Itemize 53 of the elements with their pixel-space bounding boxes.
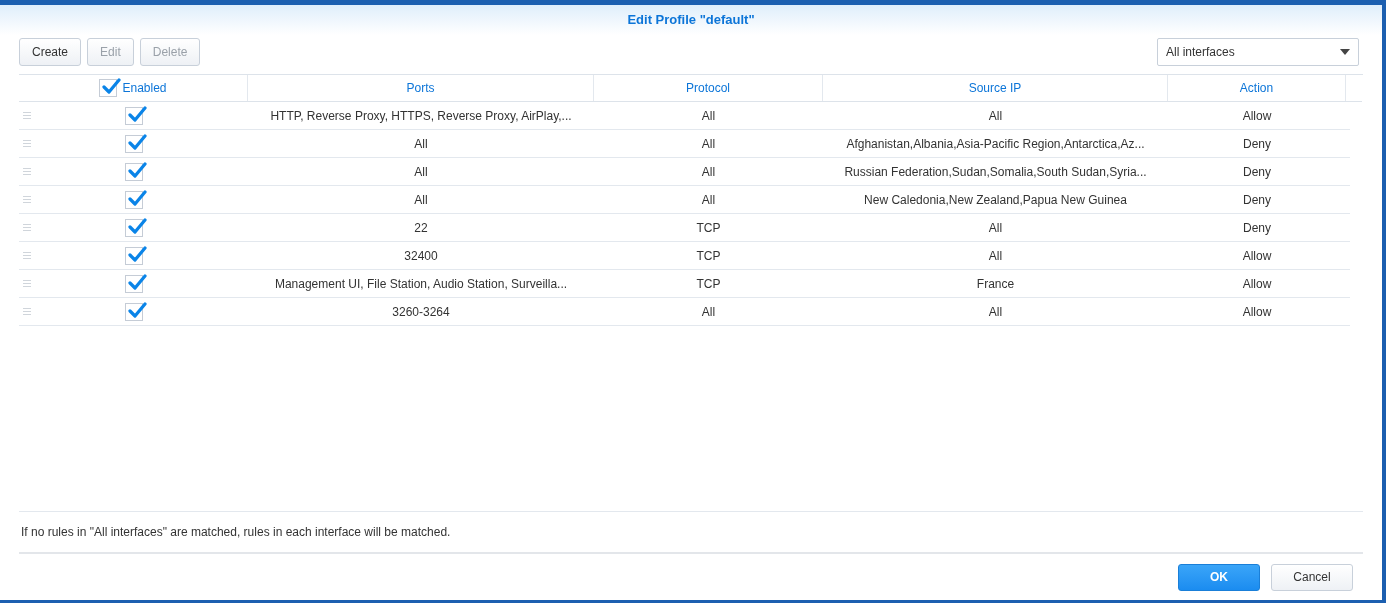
table-cell-text: All	[988, 247, 1003, 265]
table-cell-text: Allow	[1242, 275, 1272, 293]
toolbar-button[interactable]: Create	[19, 38, 82, 66]
table-cell-text: TCP	[696, 219, 721, 237]
drag-handle-icon[interactable]	[23, 224, 31, 231]
table-cell-text: Deny	[1243, 135, 1271, 153]
column-header[interactable]: Action	[1239, 79, 1274, 97]
interface-dropdown[interactable]: All interfaces	[1157, 38, 1359, 66]
table-cell-text: TCP	[696, 275, 721, 293]
window-title: Edit Profile "default"	[627, 11, 755, 30]
drag-handle-icon[interactable]	[23, 308, 31, 315]
table-cell-text: All	[701, 107, 716, 125]
table-cell-text: France	[976, 275, 1015, 293]
table-cell-text: 3260-3264	[392, 303, 450, 321]
column-header[interactable]: Source IP	[968, 79, 1022, 97]
table-cell-text: HTTP, Reverse Proxy, HTTPS, Reverse Proxy, AirPlay,...	[270, 107, 572, 125]
table-cell-text: All	[701, 135, 716, 153]
table-cell-text: Allow	[1242, 107, 1272, 125]
drag-handle-icon[interactable]	[23, 252, 31, 259]
cancel-button[interactable]: Cancel	[1271, 563, 1353, 591]
table-cell-text: Allow	[1242, 303, 1272, 321]
table-cell-text: Deny	[1243, 163, 1271, 181]
column-header[interactable]: Protocol	[686, 79, 730, 97]
note-text: If no rules in "All interfaces" are matched, rules in each interface will be matched.	[21, 524, 451, 541]
table-cell-text: New Caledonia,New Zealand,Papua New Guinea	[864, 191, 1127, 209]
table-cell-text: All	[701, 191, 716, 209]
table-cell-text: 32400	[404, 247, 438, 265]
table-cell-text: TCP	[696, 247, 721, 265]
table-cell-text: Afghanistan,Albania,Asia-Pacific Region,Antarctica,Az...	[846, 135, 1145, 153]
table-cell-text: All	[701, 163, 716, 181]
drag-handle-icon[interactable]	[23, 140, 31, 147]
table-cell-text: All	[988, 303, 1003, 321]
drag-handle-icon[interactable]	[23, 112, 31, 119]
column-header[interactable]: Enabled	[122, 79, 167, 97]
column-header[interactable]: Ports	[406, 79, 435, 97]
table-cell-text: Allow	[1242, 247, 1272, 265]
table-cell-text: All	[701, 303, 716, 321]
drag-handle-icon[interactable]	[23, 280, 31, 287]
table-cell-text: All	[414, 135, 428, 153]
drag-handle-icon[interactable]	[23, 168, 31, 175]
checkbox[interactable]	[99, 79, 118, 97]
table-cell-text: Deny	[1243, 219, 1271, 237]
table-cell-text: All	[414, 191, 428, 209]
table-cell-text: Deny	[1243, 191, 1271, 209]
drag-handle-icon[interactable]	[23, 196, 31, 203]
table-cell-text: All	[414, 163, 428, 181]
table-cell-text: All	[988, 107, 1003, 125]
caret-icon	[1340, 49, 1350, 55]
table-cell-text: Russian Federation,Sudan,Somalia,South Sudan,Syria...	[844, 163, 1147, 181]
table-cell-text: All	[988, 219, 1003, 237]
table-cell-text: Management UI, File Station, Audio Station, Surveilla...	[274, 275, 568, 293]
table-cell-text: 22	[414, 219, 428, 237]
ok-button[interactable]: OK	[1178, 563, 1260, 591]
